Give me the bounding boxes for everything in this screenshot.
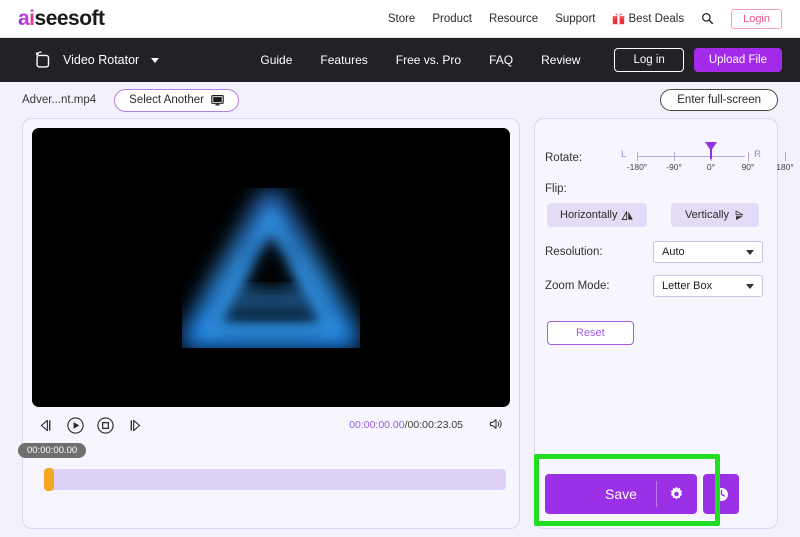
timeline-track-row[interactable] [32,468,510,491]
play-icon [67,416,84,434]
video-rotate-icon [32,49,54,71]
next-frame-button[interactable] [126,417,143,434]
search-icon[interactable] [701,12,714,25]
rotate-tick--180: -180° [626,162,648,172]
tab-review[interactable]: Review [541,53,580,67]
flip-buttons: Horizontally Vertically [545,203,763,227]
header-login-button[interactable]: Login [731,8,782,29]
tab-faq[interactable]: FAQ [489,53,513,67]
timeline-tooltip: 00:00:00.00 [18,443,87,458]
monitor-icon [211,94,224,105]
tool-nav-links: Guide Features Free vs. Pro FAQ Review [260,53,580,67]
rotate-track [637,156,745,157]
rotate-row: Rotate: L R -180° -90° 0° 90° 180° [545,141,794,175]
stop-icon [97,416,114,434]
zoom-mode-row: Zoom Mode: Letter Box [545,275,763,297]
rotate-left-label: L [621,149,627,160]
stop-button[interactable] [96,416,115,435]
chevron-down-icon [746,283,754,289]
chevron-down-icon [151,57,160,63]
total-time: 00:00:23.05 [407,419,463,431]
file-toolbar: Adver...nt.mp4 Select Another Enter full… [0,82,800,118]
previous-frame-button[interactable] [38,417,55,434]
timeline: 00:00:00.00 [18,443,510,491]
flip-vertical-icon [735,209,744,220]
gift-icon [613,13,625,25]
top-nav-support[interactable]: Support [555,13,595,25]
best-deals-label: Best Deals [628,12,685,25]
tool-name-label: Video Rotator [63,53,140,67]
top-nav-product[interactable]: Product [432,13,472,25]
flip-horizontal-icon [621,210,634,220]
top-header: ai seesoft Store Product Resource Support… [0,0,800,38]
gear-icon[interactable] [668,486,685,503]
volume-icon [489,418,502,429]
flip-horizontally-button[interactable]: Horizontally [547,203,648,227]
upload-file-button[interactable]: Upload File [693,48,782,72]
chevron-down-icon [746,249,754,255]
resolution-value: Auto [662,246,685,258]
tool-navbar: Video Rotator Guide Features Free vs. Pr… [0,38,800,82]
workspace: 00:00:00.00 / 00:00:23.05 00:00:00.00 Ro… [0,118,800,534]
logo-rest-text: seesoft [34,6,106,30]
settings-panel: Rotate: L R -180° -90° 0° 90° 180° Flip: [534,118,794,529]
resolution-label: Resolution: [545,246,603,258]
tab-free-vs-pro[interactable]: Free vs. Pro [396,53,461,67]
rotate-right-label: R [754,149,761,160]
top-nav: Store Product Resource Support Best Deal… [388,8,782,29]
save-button[interactable]: Save [545,474,697,514]
rotate-tick-180: 180° [776,162,794,172]
clock-icon [714,487,728,501]
flip-vertically-label: Vertically [684,209,729,221]
log-in-button[interactable]: Log in [614,48,684,72]
tab-features[interactable]: Features [320,53,367,67]
flip-label: Flip: [545,183,567,195]
volume-button[interactable] [488,416,504,435]
resolution-row: Resolution: Auto [545,241,763,263]
zoom-mode-select[interactable]: Letter Box [653,275,763,297]
zoom-mode-label: Zoom Mode: [545,280,610,292]
logo-ai-text: ai [18,6,35,30]
tab-guide[interactable]: Guide [260,53,292,67]
reset-button[interactable]: Reset [547,321,634,345]
resolution-select[interactable]: Auto [653,241,763,263]
timeline-playhead[interactable] [44,468,54,491]
top-nav-store[interactable]: Store [388,13,416,25]
best-deals-link[interactable]: Best Deals [612,12,684,25]
flip-horizontally-label: Horizontally [560,209,618,221]
timeline-track[interactable] [46,469,506,490]
rotate-slider-handle[interactable] [705,142,717,159]
video-preview[interactable] [32,128,510,407]
rotate-tick-0: 0° [706,162,716,172]
tool-nav-actions: Log in Upload File [614,48,782,72]
flip-vertically-button[interactable]: Vertically [671,203,760,227]
zoom-mode-value: Letter Box [662,280,713,292]
save-divider [656,481,657,507]
next-frame-icon [130,419,141,431]
player-controls: 00:00:00.00 / 00:00:23.05 [32,407,510,443]
enter-fullscreen-button[interactable]: Enter full-screen [660,89,778,111]
previous-frame-icon [40,419,51,431]
select-another-button[interactable]: Select Another [114,88,239,112]
preview-panel: 00:00:00.00 / 00:00:23.05 00:00:00.00 [18,118,520,529]
top-nav-resource[interactable]: Resource [489,13,538,25]
rotate-tick-90: 90° [741,162,755,172]
aiseesoft-logo[interactable]: ai seesoft [18,7,105,31]
file-name-label: Adver...nt.mp4 [22,94,97,106]
tool-selector[interactable]: Video Rotator [32,49,160,71]
save-label: Save [605,486,637,502]
time-display: 00:00:00.00 / 00:00:23.05 [349,419,463,431]
current-time: 00:00:00.00 [349,419,405,431]
save-actions: Save [534,454,739,526]
video-frame-content [182,188,360,348]
play-button[interactable] [66,416,85,435]
rotate-tick--90: -90° [666,162,682,172]
select-another-label: Select Another [129,94,204,106]
history-button[interactable] [703,474,739,514]
rotate-slider[interactable]: L R -180° -90° 0° 90° 180° [619,141,794,175]
rotate-label: Rotate: [545,152,583,164]
